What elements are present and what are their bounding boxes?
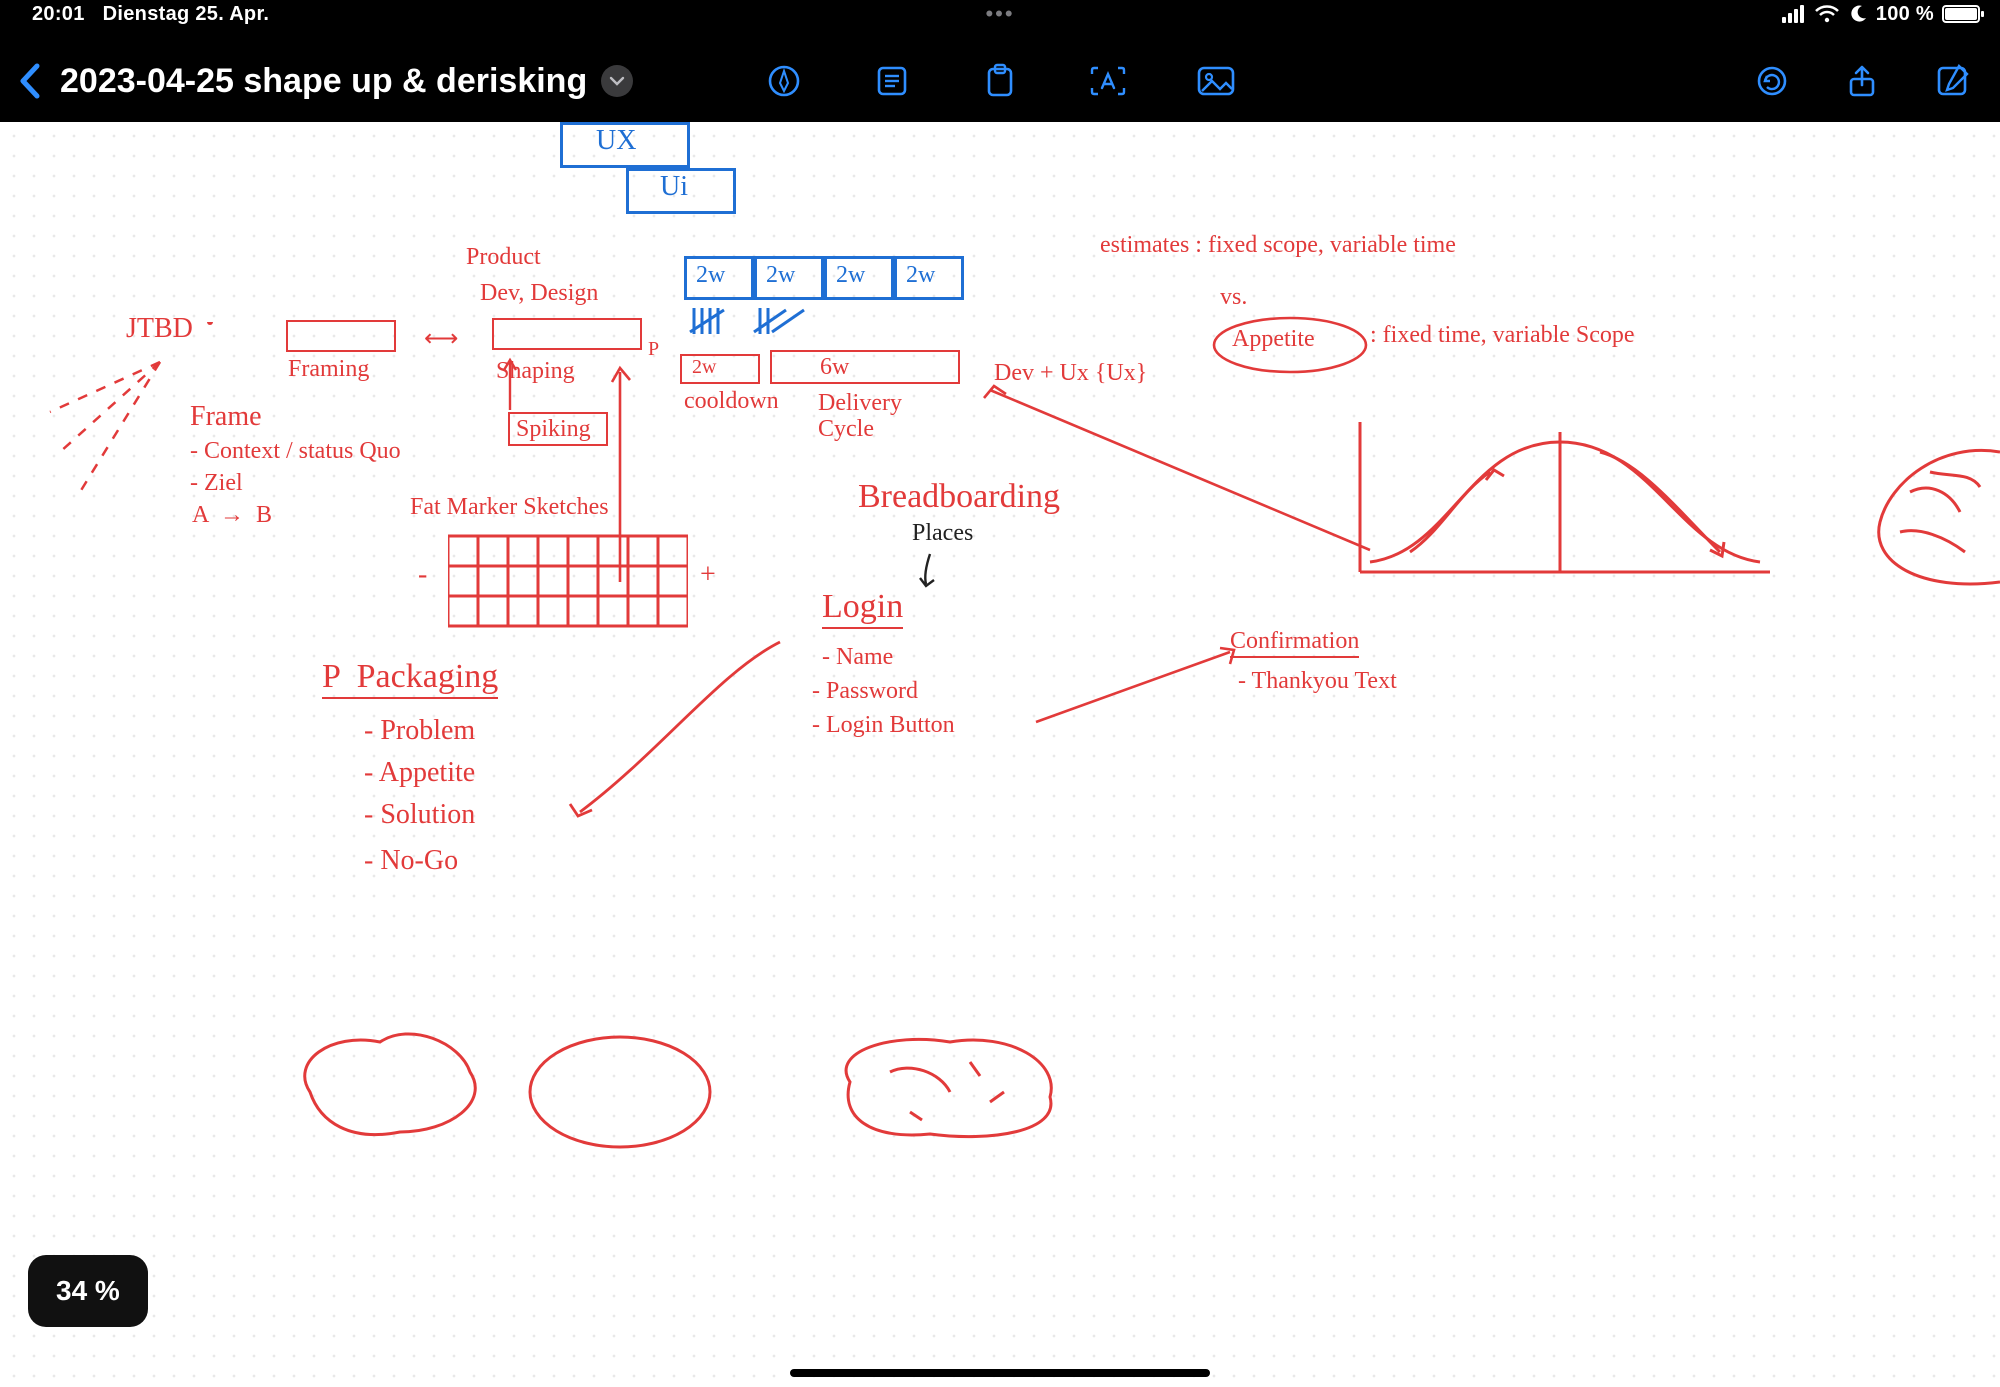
hand-2w-4: 2w — [906, 262, 935, 288]
hand-pk-appetite: - Appetite — [364, 758, 475, 789]
sixw-box — [770, 350, 960, 384]
cellular-icon — [1782, 5, 1806, 23]
hand-pk-problem: - Problem — [364, 716, 475, 747]
dnd-moon-icon — [1848, 4, 1868, 24]
hand-ux: UX — [596, 126, 636, 157]
hand-2w-3: 2w — [836, 262, 865, 288]
hand-fat-minus: - — [418, 560, 427, 591]
bottom-blobs — [290, 1022, 1070, 1182]
app-toolbar: 2023-04-25 shape up & derisking — [0, 40, 2000, 122]
shaping-spiking-arrow — [490, 356, 550, 416]
tally-marks — [688, 306, 848, 340]
shaping-to-grid-arrow — [560, 332, 680, 592]
login-to-confirm-arrow — [1030, 642, 1240, 732]
home-indicator[interactable] — [790, 1369, 1210, 1377]
hand-2w-cooldown: 2w — [692, 356, 716, 378]
note-canvas[interactable]: JTBD Framing ⟷ Frame - Context / status … — [0, 122, 2000, 1387]
hand-thank: - Thankyou Text — [1238, 668, 1397, 694]
zoom-value: 34 % — [56, 1275, 120, 1306]
multitask-dots-icon[interactable]: ••• — [985, 1, 1014, 27]
hand-pk-nogo: - No-Go — [364, 846, 458, 877]
hand-login: Login — [822, 588, 903, 629]
back-button[interactable] — [0, 62, 60, 100]
new-note-button[interactable] — [1930, 59, 1974, 103]
hand-delivery: Delivery Cycle — [818, 390, 902, 443]
text-recognition-button[interactable] — [1086, 59, 1130, 103]
hand-product: Product — [466, 244, 541, 270]
center-toolbar — [762, 59, 1238, 103]
undo-button[interactable] — [1750, 59, 1794, 103]
ios-status-bar: 20:01 Dienstag 25. Apr. ••• 100 % — [0, 0, 2000, 28]
right-toolbar — [1750, 59, 1974, 103]
document-title[interactable]: 2023-04-25 shape up & derisking — [60, 62, 587, 101]
battery-icon — [1942, 5, 1980, 23]
hand-packaging: P Packaging — [322, 658, 498, 699]
image-insert-button[interactable] — [1194, 59, 1238, 103]
framing-box — [286, 320, 396, 352]
hill-chart — [1350, 402, 1790, 602]
hand-bread: Breadboarding — [858, 478, 1060, 515]
hand-confirm: Confirmation — [1230, 628, 1359, 658]
share-button[interactable] — [1840, 59, 1884, 103]
places-arrow — [910, 550, 950, 590]
hand-pk-solution: - Solution — [364, 800, 475, 831]
text-note-button[interactable] — [870, 59, 914, 103]
hand-2w-2: 2w — [766, 262, 795, 288]
hand-vs: vs. — [1220, 284, 1247, 310]
hand-cooldown: cooldown — [684, 388, 779, 414]
title-dropdown-button[interactable] — [601, 65, 633, 97]
zoom-badge[interactable]: 34 % — [28, 1255, 148, 1327]
hand-appetite: Appetite — [1232, 326, 1315, 352]
wifi-icon — [1814, 5, 1840, 23]
hand-dev-design: Dev, Design — [480, 280, 598, 306]
clipboard-button[interactable] — [978, 59, 1022, 103]
hand-fat-plus: + — [700, 560, 716, 591]
pen-tool-button[interactable] — [762, 59, 806, 103]
hand-ui: Ui — [660, 172, 688, 203]
arrow-delivery-hill — [970, 370, 1390, 570]
status-date: Dienstag 25. Apr. — [103, 3, 270, 26]
battery-pct: 100 % — [1876, 3, 1934, 26]
status-time: 20:01 — [32, 3, 85, 26]
hand-arrow-framing: ⟷ — [424, 326, 458, 352]
brain-sketch — [1860, 442, 2000, 602]
hand-framing-label: Framing — [288, 356, 369, 382]
dot-grid-background — [0, 122, 2000, 1387]
hand-6w: 6w — [820, 354, 849, 380]
hand-estimates-2: : fixed time, variable Scope — [1370, 322, 1635, 348]
packaging-arrow — [540, 632, 840, 832]
hand-2w-1: 2w — [696, 262, 725, 288]
hand-estimates-1: estimates : fixed scope, variable time — [1100, 232, 1456, 258]
jtbd-rays — [40, 322, 270, 522]
hand-places: Places — [912, 520, 973, 546]
